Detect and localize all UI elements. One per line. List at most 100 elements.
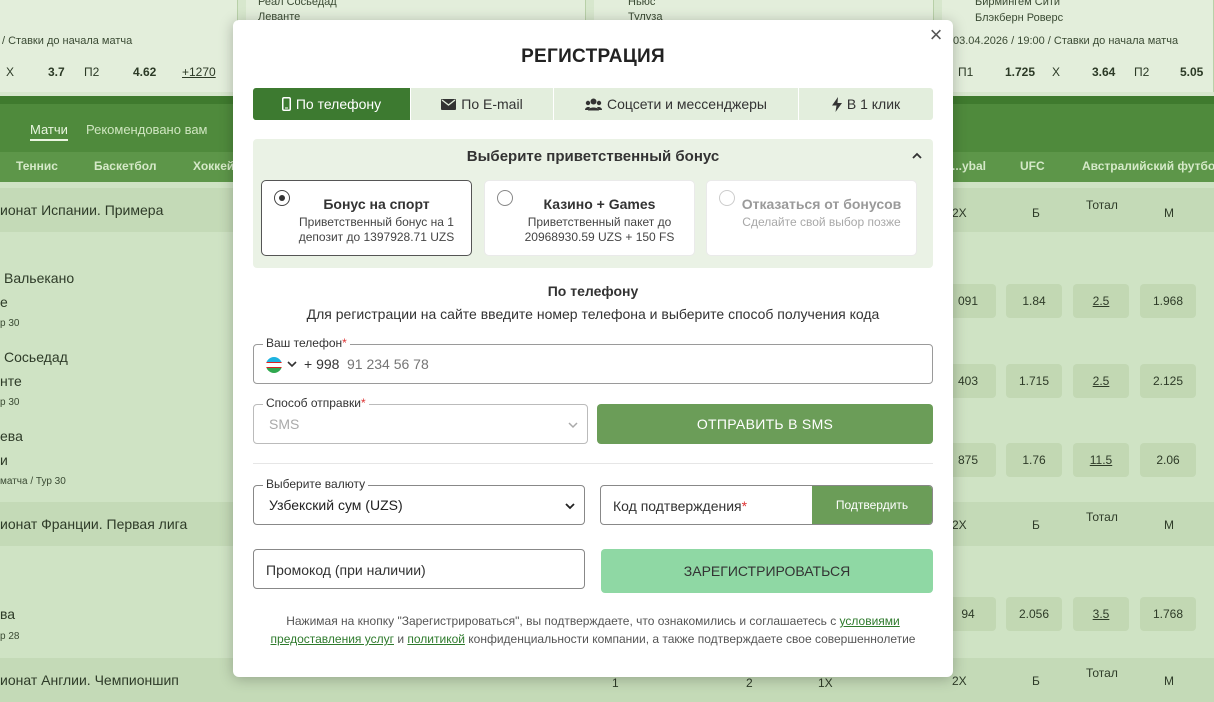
team-name: ева [0, 428, 23, 444]
confirmation-code-field[interactable]: Код подтверждения* Подтвердить [600, 485, 933, 525]
team-name: Реал Сосьедад [258, 0, 337, 8]
chevron-down-icon[interactable] [287, 359, 297, 369]
method-label: Способ отправки* [263, 396, 369, 410]
bonus-selector: Выберите приветственный бонус Бонус на с… [253, 139, 933, 268]
send-sms-button[interactable]: ОТПРАВИТЬ В SMS [597, 404, 933, 444]
section-hint: Для регистрации на сайте введите номер т… [306, 306, 880, 322]
team-name: нте [0, 373, 22, 389]
chevron-down-icon [565, 503, 575, 510]
bonus-option-sport[interactable]: Бонус на спорт Приветственный бонус на 1… [261, 180, 472, 256]
register-button[interactable]: ЗАРЕГИСТРИРОВАТЬСЯ [601, 549, 933, 593]
col-header: Тотал [1086, 198, 1118, 212]
tab-phone[interactable]: По телефону [253, 88, 411, 120]
total-cell[interactable]: 11.5 [1073, 443, 1129, 477]
col-header: М [1164, 674, 1174, 688]
team-name: е [0, 294, 8, 310]
confirmation-code-input[interactable]: Код подтверждения* [613, 498, 747, 514]
odd-label: П2 [84, 65, 100, 79]
close-icon[interactable]: × [925, 24, 947, 46]
promo-code-input[interactable]: Промокод (при наличии) [266, 562, 426, 578]
total-cell[interactable]: 2.5 [1073, 284, 1129, 318]
promo-code-field[interactable]: Промокод (при наличии) [253, 549, 585, 589]
bonus-title: Бонус на спорт [323, 196, 430, 212]
sport-ufc[interactable]: UFC [1020, 159, 1045, 173]
chevron-up-icon[interactable] [911, 150, 923, 162]
league-title: ионат Франции. Первая лига [0, 516, 188, 532]
col-header: 1X [818, 676, 833, 690]
section-title: По телефону [547, 283, 639, 299]
bonus-description: Приветственный бонус на 1 депозит до 139… [298, 215, 455, 244]
odd-label: X [1052, 65, 1061, 79]
col-header: Тотал [1086, 510, 1118, 524]
divider [253, 463, 933, 464]
col-header: 2X [952, 674, 967, 688]
league-title: ионат Испании. Примера [0, 202, 164, 218]
sport-aussie-football[interactable]: Австралийский футбол [1082, 159, 1214, 173]
phone-field[interactable]: Ваш телефон* + 998 [253, 336, 933, 384]
bonus-option-casino[interactable]: Казино + Games Приветственный пакет до 2… [484, 180, 695, 256]
currency-value: Узбекский сум (UZS) [269, 497, 403, 513]
odd-label: П1 [958, 65, 974, 79]
odd-label: X [6, 65, 15, 79]
team-name: Ньюс [628, 0, 656, 8]
lightning-icon [831, 96, 842, 112]
odd-value[interactable]: 1.725 [1005, 65, 1035, 79]
team-name: Вальекано [4, 270, 75, 286]
odd-cell[interactable]: 2.06 [1140, 443, 1196, 477]
total-cell[interactable]: 2.5 [1073, 364, 1129, 398]
total-cell[interactable]: 3.5 [1073, 597, 1129, 631]
match-info: р 30 [0, 397, 20, 408]
col-header: 1 [612, 676, 619, 690]
privacy-link[interactable]: политикой [407, 632, 465, 646]
odd-cell[interactable]: 1.715 [1006, 364, 1062, 398]
sport-volleyball[interactable]: ...ybal [952, 159, 986, 173]
tab-matches[interactable]: Матчи [30, 122, 68, 141]
tab-one-click[interactable]: В 1 клик [799, 88, 933, 120]
bonus-title: Казино + Games [543, 196, 656, 212]
more-markets-link[interactable]: +1270 [182, 65, 216, 79]
tab-label: Соцсети и мессенджеры [606, 96, 767, 112]
team-name: Блэкберн Роверс [975, 12, 1064, 24]
bonus-title: Отказаться от бонусов [741, 196, 902, 212]
mail-icon [441, 98, 457, 110]
team-name: ва [0, 606, 16, 622]
tab-recommended[interactable]: Рекомендовано вам [86, 122, 208, 137]
chevron-down-icon [568, 422, 578, 429]
sport-hockey[interactable]: Хоккей [193, 159, 234, 173]
odd-cell[interactable]: 2.056 [1006, 597, 1062, 631]
odd-cell[interactable]: 1.76 [1006, 443, 1062, 477]
team-name: Сосьедад [4, 349, 68, 365]
uzbekistan-flag-icon[interactable] [266, 357, 282, 373]
sport-basketball[interactable]: Баскетбол [94, 159, 156, 173]
odd-value[interactable]: 4.62 [133, 65, 156, 79]
match-info: р 30 [0, 318, 20, 329]
odd-cell[interactable]: 2.125 [1140, 364, 1196, 398]
col-header: Б [1032, 206, 1040, 220]
odd-cell[interactable]: 1.84 [1006, 284, 1062, 318]
odd-value[interactable]: 3.64 [1092, 65, 1115, 79]
bonus-option-decline[interactable]: Отказаться от бонусов Сделайте свой выбо… [706, 180, 917, 256]
registration-tabs: По телефону По E-mail Соцсети и мессендж… [253, 88, 933, 120]
method-value: SMS [269, 416, 300, 432]
phone-icon [281, 97, 291, 111]
confirm-button[interactable]: Подтвердить [812, 486, 932, 524]
odd-cell[interactable]: 1.768 [1140, 597, 1196, 631]
bonus-heading: Выберите приветственный бонус [466, 148, 720, 165]
tab-social[interactable]: Соцсети и мессенджеры [554, 88, 799, 120]
currency-select[interactable]: Выберите валюту Узбекский сум (UZS) [253, 477, 585, 525]
country-code: + 998 [304, 356, 340, 372]
sport-tennis[interactable]: Теннис [16, 159, 58, 173]
match-info: р 28 [0, 631, 20, 642]
odd-value[interactable]: 5.05 [1180, 65, 1203, 79]
col-header: 2X [952, 518, 967, 532]
odd-value[interactable]: 3.7 [48, 65, 65, 79]
league-title: ионат Англии. Чемпионшип [0, 672, 179, 688]
send-method-select[interactable]: Способ отправки* SMS [253, 396, 588, 444]
phone-input[interactable] [347, 356, 907, 372]
odd-cell[interactable]: 1.968 [1140, 284, 1196, 318]
tab-email[interactable]: По E-mail [411, 88, 554, 120]
tab-label: По телефону [295, 96, 382, 112]
col-header: 2X [952, 206, 967, 220]
col-header: Б [1032, 518, 1040, 532]
team-name: и [0, 452, 8, 468]
